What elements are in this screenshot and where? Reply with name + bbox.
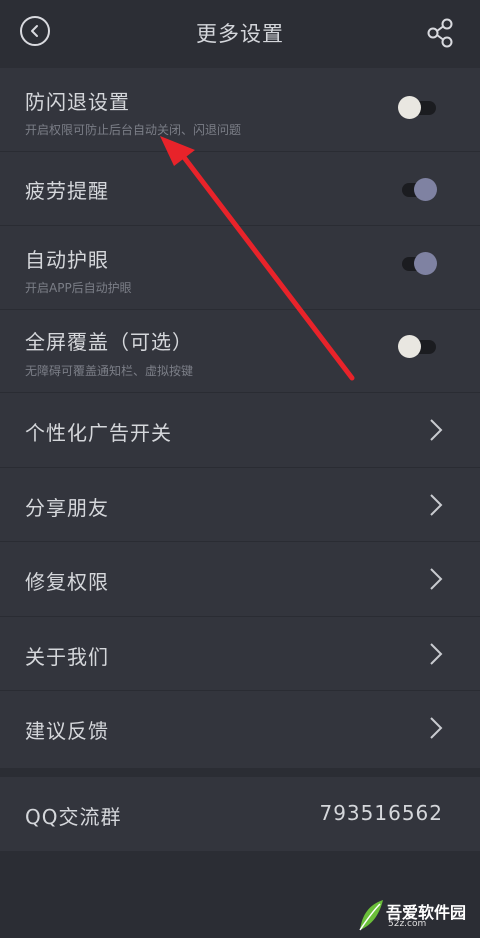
menu-item-about-us[interactable]: 关于我们 bbox=[0, 617, 480, 691]
toggle-knob bbox=[414, 252, 437, 275]
menu-item-label: 关于我们 bbox=[25, 645, 109, 669]
setting-row-fullscreen-overlay[interactable]: 全屏覆盖（可选） 无障碍可覆盖通知栏、虚拟按键 bbox=[0, 310, 480, 393]
chevron-right-icon bbox=[430, 494, 443, 516]
watermark-logo: 吾爱软件园 52z.com bbox=[356, 896, 474, 934]
setting-description: 开启APP后自动护眼 bbox=[25, 281, 132, 295]
qq-group-row[interactable]: QQ交流群 793516562 bbox=[0, 777, 480, 851]
fullscreen-overlay-toggle[interactable] bbox=[398, 335, 438, 358]
setting-label: 全屏覆盖（可选） bbox=[25, 330, 193, 354]
fatigue-toggle[interactable] bbox=[398, 178, 438, 201]
chevron-right-icon bbox=[430, 419, 443, 441]
menu-item-share[interactable]: 分享朋友 bbox=[0, 468, 480, 542]
setting-description: 开启权限可防止后台自动关闭、闪退问题 bbox=[25, 123, 242, 137]
setting-row-eye-care[interactable]: 自动护眼 开启APP后自动护眼 bbox=[0, 226, 480, 310]
setting-row-anti-crash[interactable]: 防闪退设置 开启权限可防止后台自动关闭、闪退问题 bbox=[0, 68, 480, 152]
toggle-knob bbox=[398, 96, 421, 119]
setting-label: 疲劳提醒 bbox=[25, 179, 109, 203]
eye-care-toggle[interactable] bbox=[398, 252, 438, 275]
menu-item-ad-switch[interactable]: 个性化广告开关 bbox=[0, 393, 480, 468]
setting-label: 防闪退设置 bbox=[25, 90, 130, 114]
leaf-icon bbox=[359, 900, 383, 931]
setting-description: 无障碍可覆盖通知栏、虚拟按键 bbox=[25, 364, 194, 378]
setting-label: 自动护眼 bbox=[25, 248, 109, 272]
settings-group: 防闪退设置 开启权限可防止后台自动关闭、闪退问题 疲劳提醒 自动护眼 开启APP… bbox=[0, 68, 480, 768]
chevron-right-icon bbox=[430, 643, 443, 665]
toggle-knob bbox=[414, 178, 437, 201]
page-title: 更多设置 bbox=[196, 22, 284, 46]
qq-group-number: 793516562 bbox=[319, 801, 443, 825]
setting-row-fatigue[interactable]: 疲劳提醒 bbox=[0, 152, 480, 226]
watermark-url: 52z.com bbox=[388, 919, 427, 929]
menu-item-label: 分享朋友 bbox=[25, 496, 109, 520]
section-divider bbox=[0, 768, 480, 777]
qq-group-label: QQ交流群 bbox=[25, 805, 122, 829]
share-icon[interactable] bbox=[424, 17, 456, 49]
menu-item-feedback[interactable]: 建议反馈 bbox=[0, 691, 480, 768]
menu-item-label: 修复权限 bbox=[25, 570, 109, 594]
menu-item-repair-permission[interactable]: 修复权限 bbox=[0, 542, 480, 617]
anti-crash-toggle[interactable] bbox=[398, 96, 438, 119]
chevron-right-icon bbox=[430, 568, 443, 590]
toggle-knob bbox=[398, 335, 421, 358]
chevron-right-icon bbox=[430, 717, 443, 739]
menu-item-label: 建议反馈 bbox=[25, 719, 109, 743]
menu-item-label: 个性化广告开关 bbox=[25, 421, 172, 445]
header-bar: 更多设置 bbox=[0, 0, 480, 68]
